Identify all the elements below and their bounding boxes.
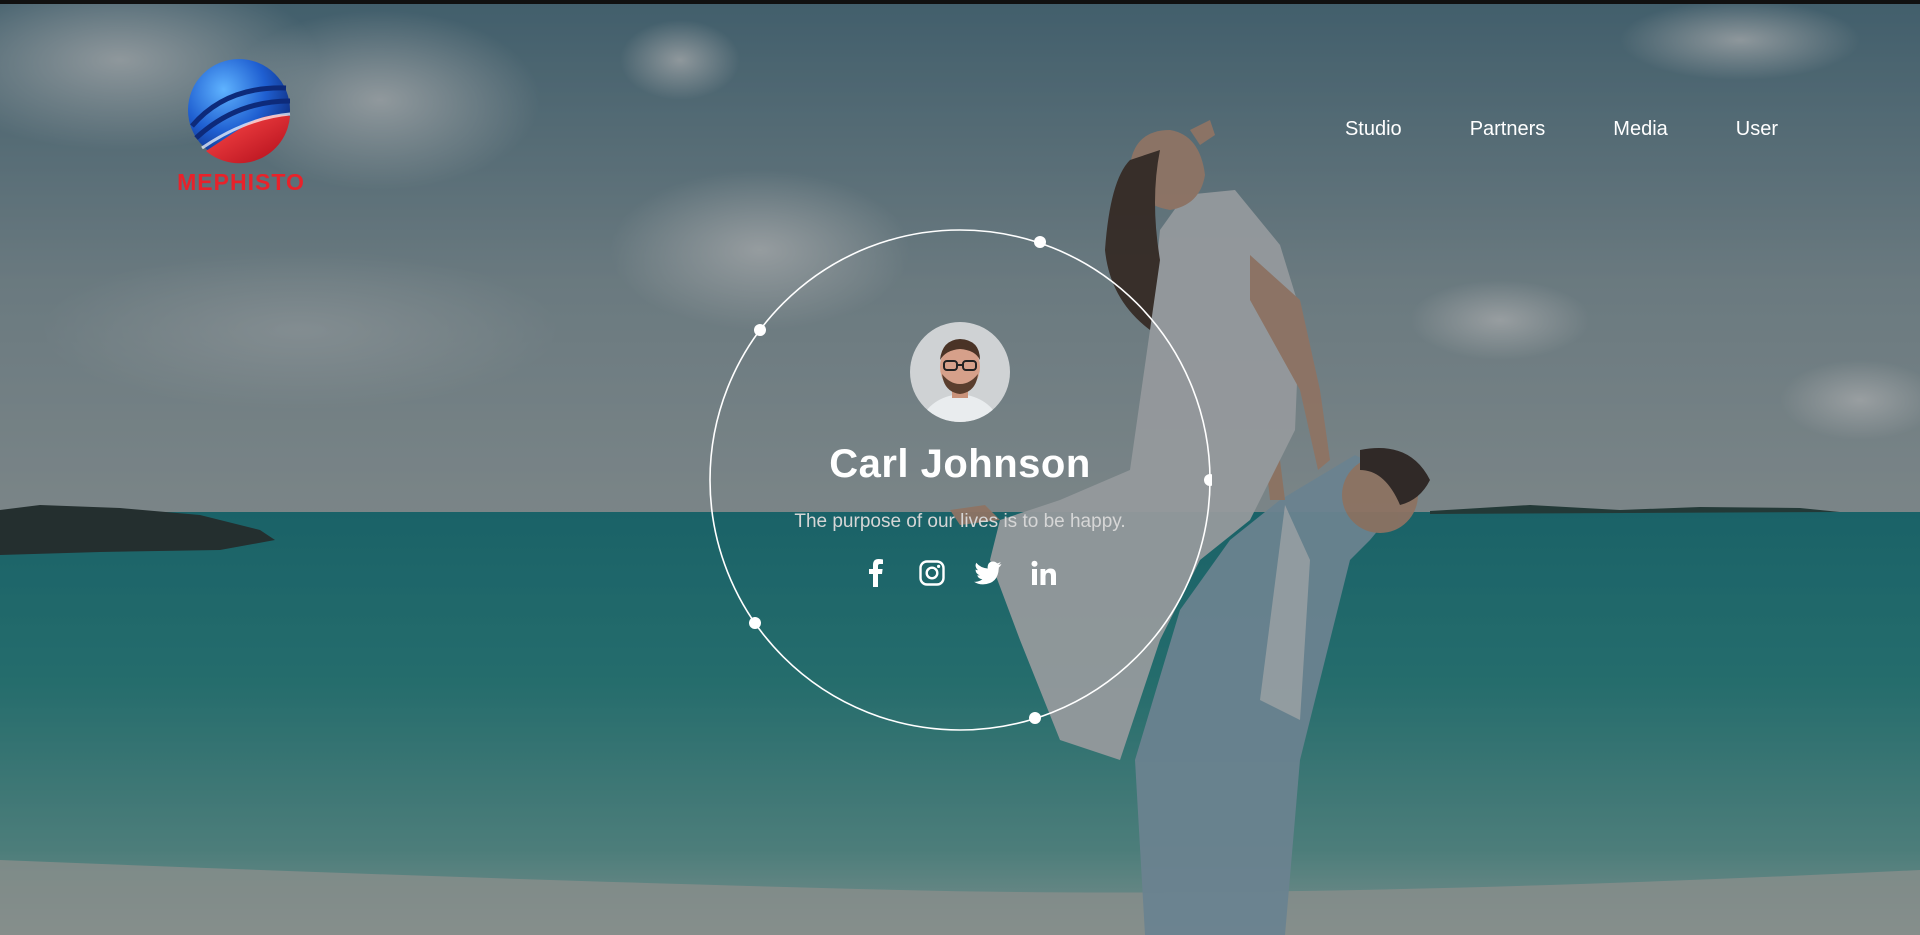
brand-name: MEPHISTO <box>177 169 305 195</box>
orbit-dot <box>749 617 761 629</box>
instagram-icon <box>919 560 945 586</box>
facebook-icon <box>869 559 883 587</box>
brand-logo[interactable]: MEPHISTO <box>166 56 316 202</box>
instagram-link[interactable] <box>918 559 946 587</box>
avatar <box>910 322 1010 422</box>
social-links <box>708 559 1212 587</box>
top-border <box>0 0 1920 4</box>
nav-link-user[interactable]: User <box>1736 118 1778 141</box>
main-nav: Studio Partners Media User <box>1345 118 1778 141</box>
nav-link-partners[interactable]: Partners <box>1470 118 1546 141</box>
landing-page: MEPHISTO Studio Partners Media User Carl… <box>0 0 1920 935</box>
nav-link-media[interactable]: Media <box>1613 118 1667 141</box>
profile-name: Carl Johnson <box>829 442 1091 486</box>
twitter-link[interactable] <box>974 559 1002 587</box>
facebook-link[interactable] <box>862 559 890 587</box>
orbit-dot <box>1029 712 1041 724</box>
linkedin-link[interactable] <box>1030 559 1058 587</box>
profile-card: Carl Johnson The purpose of our lives is… <box>708 322 1212 587</box>
nav-link-studio[interactable]: Studio <box>1345 118 1402 141</box>
profile-tagline: The purpose of our lives is to be happy. <box>794 511 1126 532</box>
logo-globe-icon <box>188 59 291 164</box>
linkedin-icon <box>1031 560 1056 585</box>
twitter-icon <box>974 561 1002 585</box>
orbit-dot <box>1034 236 1046 248</box>
